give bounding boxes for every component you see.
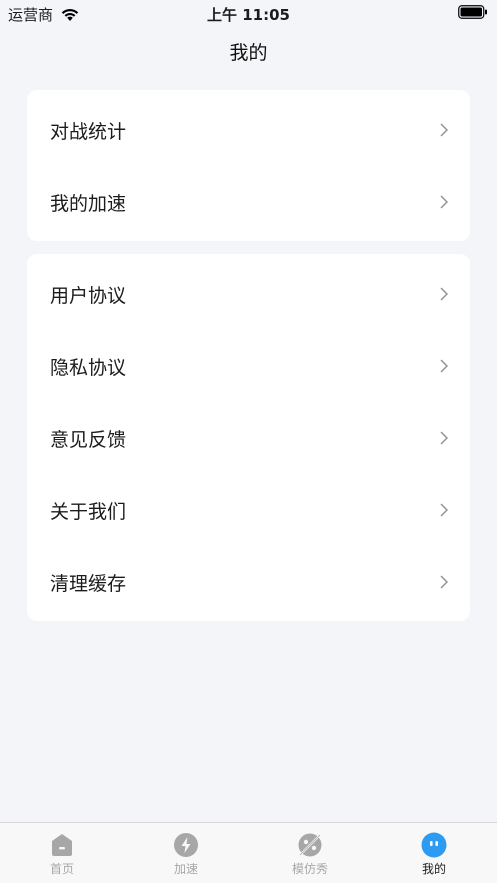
chevron-right-icon	[440, 575, 448, 589]
battery-icon	[458, 5, 487, 19]
chevron-right-icon	[440, 287, 448, 301]
tab-bar: 首页 加速 模仿秀 我的	[0, 822, 497, 883]
row-label: 关于我们	[50, 500, 127, 523]
chevron-right-icon	[440, 123, 448, 137]
tab-mine[interactable]: 我的	[372, 823, 496, 883]
tab-label: 加速	[173, 862, 198, 876]
row-about-us[interactable]: 关于我们	[27, 474, 470, 546]
clock: 上午 11:05	[207, 6, 290, 24]
row-battle-stats[interactable]: 对战统计	[27, 94, 470, 166]
profile-face-icon	[421, 832, 447, 858]
row-label: 意见反馈	[50, 428, 127, 451]
row-clear-cache[interactable]: 清理缓存	[27, 546, 470, 618]
chevron-right-icon	[440, 431, 448, 445]
status-bar: 运营商 上午 11:05	[0, 0, 497, 26]
row-my-accel[interactable]: 我的加速	[27, 166, 470, 238]
settings-group-1: 对战统计 我的加速	[27, 90, 470, 241]
tab-label: 我的	[421, 862, 446, 876]
row-feedback[interactable]: 意见反馈	[27, 402, 470, 474]
tab-imitation-show[interactable]: 模仿秀	[248, 823, 372, 883]
row-privacy-agreement[interactable]: 隐私协议	[27, 330, 470, 402]
chevron-right-icon	[440, 359, 448, 373]
row-label: 隐私协议	[50, 356, 127, 379]
row-label: 对战统计	[50, 120, 127, 143]
page-title: 我的	[229, 42, 268, 64]
chevron-right-icon	[440, 503, 448, 517]
mask-icon	[298, 833, 322, 857]
row-user-agreement[interactable]: 用户协议	[27, 258, 470, 330]
row-label: 用户协议	[50, 284, 127, 307]
row-label: 我的加速	[50, 192, 127, 215]
lightning-icon	[174, 833, 198, 857]
settings-group-2: 用户协议 隐私协议 意见反馈 关于我们 清理缓存	[27, 254, 470, 621]
tab-label: 模仿秀	[291, 862, 328, 876]
tab-accelerate[interactable]: 加速	[124, 823, 248, 883]
chevron-right-icon	[440, 195, 448, 209]
tab-label: 首页	[49, 862, 74, 876]
tab-home[interactable]: 首页	[0, 823, 124, 883]
row-label: 清理缓存	[50, 572, 127, 595]
home-icon	[52, 834, 72, 856]
